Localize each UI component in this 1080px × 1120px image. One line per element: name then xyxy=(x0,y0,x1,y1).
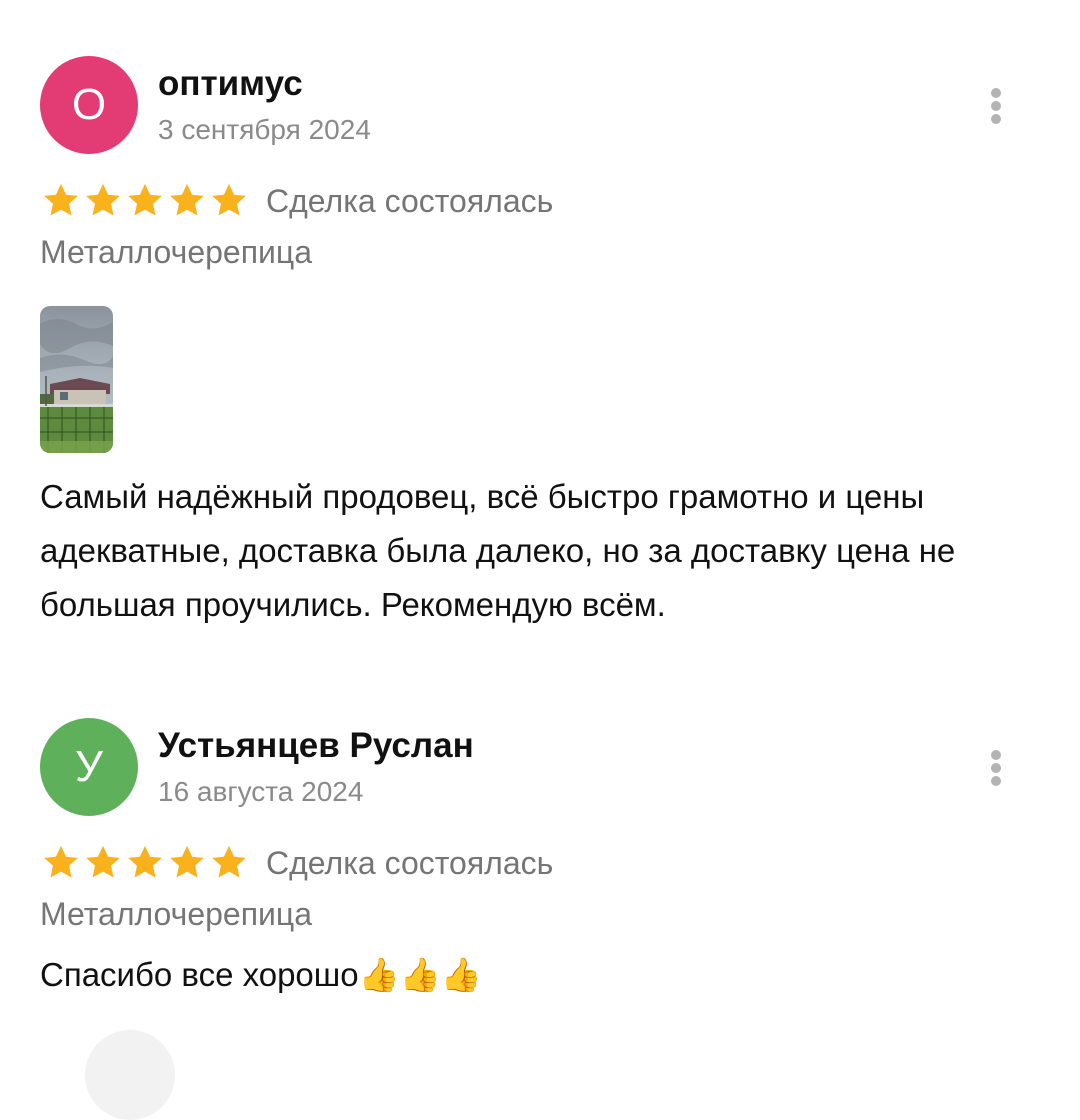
more-vertical-icon[interactable] xyxy=(984,84,1008,128)
star-rating xyxy=(40,180,250,222)
avatar[interactable]: О xyxy=(40,56,138,154)
avatar[interactable]: У xyxy=(40,718,138,816)
review-text: Спасибо все хорошо👍👍👍 xyxy=(40,956,482,993)
menu-dot xyxy=(991,101,1001,111)
deal-status: Сделка состоялась xyxy=(266,182,554,219)
review-text: Самый надёжный продовец, всё быстро грам… xyxy=(40,478,956,623)
reviewer-name[interactable]: Устьянцев Руслан xyxy=(158,726,474,766)
review-photo-thumbnail[interactable] xyxy=(40,306,113,453)
star-icon xyxy=(128,183,162,216)
more-vertical-icon[interactable] xyxy=(984,746,1008,790)
star-icon xyxy=(212,183,246,216)
review-date: 3 сентября 2024 xyxy=(158,114,371,145)
star-icon xyxy=(86,183,120,216)
menu-dot xyxy=(991,88,1001,98)
next-review-avatar[interactable] xyxy=(85,1030,175,1120)
rating-row: Сделка состоялась xyxy=(40,176,553,226)
star-icon xyxy=(44,183,78,216)
reviewer-name[interactable]: оптимус xyxy=(158,64,303,104)
star-icon xyxy=(86,845,120,878)
review-date: 16 августа 2024 xyxy=(158,776,364,807)
star-icon xyxy=(128,845,162,878)
menu-dot xyxy=(991,763,1001,773)
star-rating xyxy=(40,842,250,884)
menu-dot xyxy=(991,776,1001,786)
star-icon xyxy=(212,845,246,878)
photo-image xyxy=(40,306,113,453)
deal-status: Сделка состоялась xyxy=(266,844,554,881)
star-icon xyxy=(170,845,204,878)
menu-dot xyxy=(991,750,1001,760)
rating-row: Сделка состоялась xyxy=(40,838,553,888)
product-category: Металлочерепица xyxy=(40,234,313,270)
menu-dot xyxy=(991,114,1001,124)
product-category: Металлочерепица xyxy=(40,896,313,932)
star-icon xyxy=(170,183,204,216)
star-icon xyxy=(44,845,78,878)
